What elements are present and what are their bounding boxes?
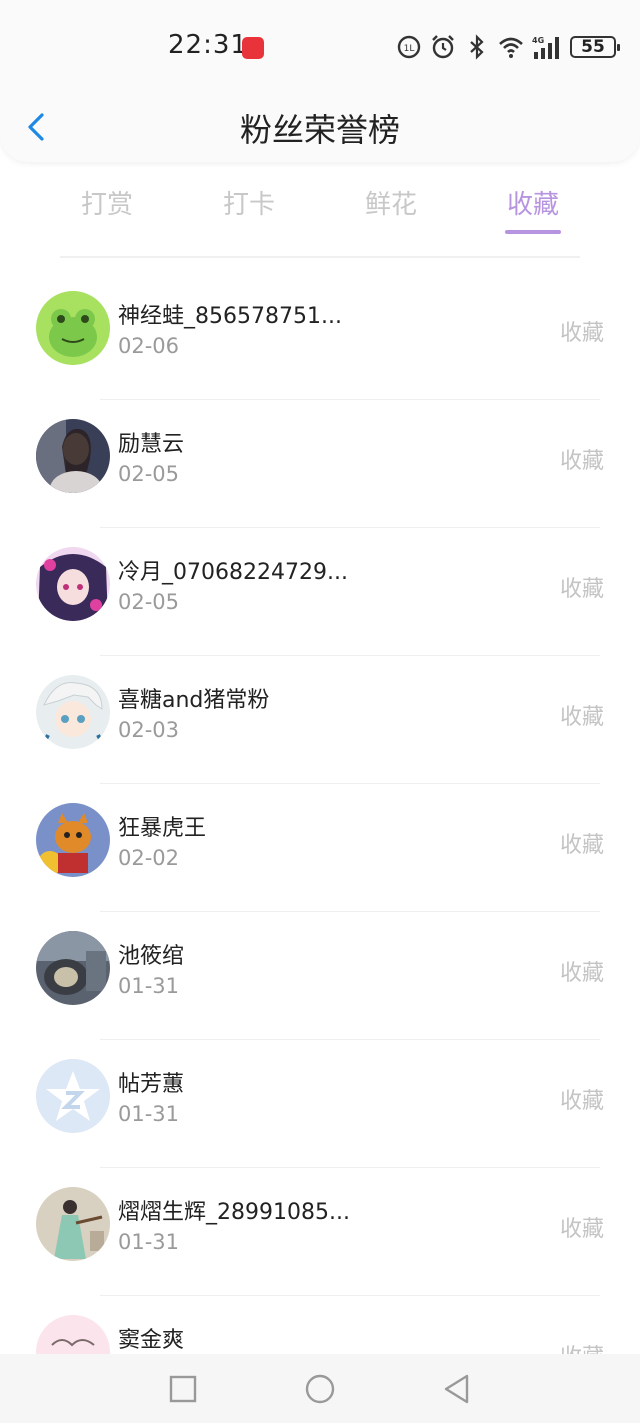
svg-text:4G: 4G: [532, 36, 544, 45]
fan-name: 喜糖and猪常粉: [118, 688, 270, 713]
favorite-action-label: 收藏: [559, 1089, 604, 1114]
dark-photo-avatar[interactable]: [36, 931, 110, 1005]
list-item[interactable]: 窦金爽 收藏: [0, 1296, 640, 1354]
nav-bar: 粉丝荣誉榜: [0, 95, 640, 161]
recents-square-icon[interactable]: [166, 1372, 200, 1406]
fan-date: 01-31: [118, 1102, 180, 1126]
favorite-action-label: 收藏: [559, 449, 604, 474]
fan-name: 冷月_07068224729...: [118, 560, 348, 585]
fan-list: 神经蛙_856578751... 02-06 收藏 励慧云 02-05 收藏 冷…: [0, 272, 640, 1354]
anime-boy-avatar[interactable]: [36, 675, 110, 749]
list-item[interactable]: 池筱绾 01-31 收藏: [0, 912, 640, 1040]
favorite-action-label: 收藏: [559, 577, 604, 602]
tab-favorites[interactable]: 收藏: [473, 184, 593, 221]
back-triangle-icon[interactable]: [440, 1372, 474, 1406]
battery-icon: 55: [570, 36, 620, 58]
fan-date: 02-06: [118, 334, 180, 358]
status-time: 22:31: [168, 30, 248, 60]
tab-bar: 打赏 打卡 鲜花 收藏: [0, 178, 640, 238]
favorite-action-label: 收藏: [559, 961, 604, 986]
pink-sketch-avatar[interactable]: [36, 1315, 110, 1354]
favorite-action-label: 收藏: [559, 1217, 604, 1242]
tab-active-indicator: [505, 230, 561, 234]
fan-name: 神经蛙_856578751...: [118, 304, 342, 329]
fan-name: 狂暴虎王: [118, 816, 207, 841]
data-saver-icon: 1L: [397, 35, 421, 59]
default-star-avatar[interactable]: [36, 1059, 110, 1133]
favorite-action-label: 收藏: [559, 321, 604, 346]
home-circle-icon[interactable]: [303, 1372, 337, 1406]
fan-date: 02-02: [118, 846, 180, 870]
fan-date: 02-05: [118, 462, 180, 486]
fan-date: 02-05: [118, 590, 180, 614]
painting-avatar[interactable]: [36, 1187, 110, 1261]
svg-text:1L: 1L: [404, 44, 415, 54]
list-item[interactable]: 狂暴虎王 02-02 收藏: [0, 784, 640, 912]
wifi-icon: [499, 37, 523, 58]
fan-name: 池筱绾: [118, 944, 185, 969]
tab-flowers[interactable]: 鲜花: [331, 184, 451, 221]
list-item[interactable]: 帖芳蕙 01-31 收藏: [0, 1040, 640, 1168]
top-card: 22:31 1L 4G 55 粉丝荣誉榜: [0, 0, 640, 162]
list-item[interactable]: 冷月_07068224729... 02-05 收藏: [0, 528, 640, 656]
4g-signal-icon: 4G: [532, 36, 559, 59]
bluetooth-icon: [470, 34, 484, 60]
tiger-game-avatar[interactable]: [36, 803, 110, 877]
list-item[interactable]: 神经蛙_856578751... 02-06 收藏: [0, 272, 640, 400]
fan-date: 01-31: [118, 974, 180, 998]
list-item[interactable]: 熠熠生辉_28991085... 01-31 收藏: [0, 1168, 640, 1296]
favorite-action-label: 收藏: [559, 833, 604, 858]
divider: [60, 256, 580, 258]
alarm-icon: [432, 35, 454, 59]
app-badge-icon: [242, 37, 264, 59]
status-bar: 22:31 1L 4G 55: [0, 0, 640, 90]
fan-date: 02-03: [118, 718, 180, 742]
favorite-action-label: 收藏: [560, 1339, 604, 1354]
list-item[interactable]: 喜糖and猪常粉 02-03 收藏: [0, 656, 640, 784]
fan-name: 励慧云: [118, 432, 185, 457]
anime-girl-avatar[interactable]: [36, 547, 110, 621]
favorite-action-label: 收藏: [559, 705, 604, 730]
tab-tip[interactable]: 打赏: [47, 184, 167, 221]
fan-date: 01-31: [118, 1230, 180, 1254]
list-item[interactable]: 励慧云 02-05 收藏: [0, 400, 640, 528]
fan-name: 窦金爽: [118, 1328, 185, 1353]
status-icons: 1L 4G 55: [396, 32, 620, 62]
page-title: 粉丝荣誉榜: [239, 111, 400, 149]
system-navigation-bar: [0, 1354, 640, 1423]
tab-checkin[interactable]: 打卡: [189, 184, 309, 221]
girl-photo-avatar[interactable]: [36, 419, 110, 493]
frog-avatar[interactable]: [36, 291, 110, 365]
fan-name: 帖芳蕙: [118, 1072, 185, 1097]
fan-name: 熠熠生辉_28991085...: [118, 1200, 350, 1225]
